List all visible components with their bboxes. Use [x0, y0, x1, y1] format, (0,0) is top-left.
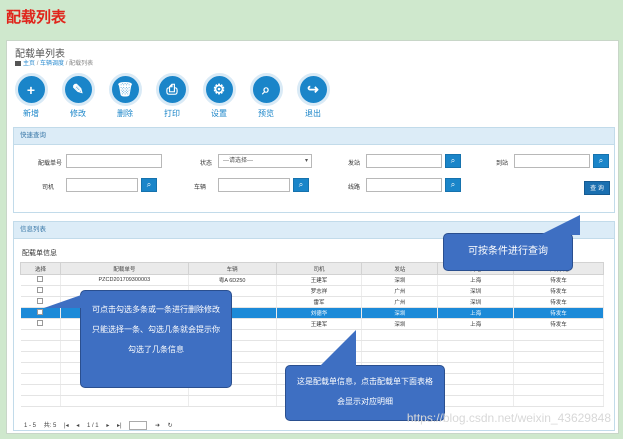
breadcrumb-dispatch[interactable]: 车辆调度	[40, 61, 64, 67]
route-label: 线路	[347, 185, 360, 191]
vehicle-input[interactable]	[218, 178, 290, 192]
exit-button[interactable]: ↪ 退出	[293, 73, 333, 119]
pager-total: 共: 5	[43, 423, 57, 429]
grid-title: 配载单信息	[22, 250, 57, 257]
quick-query-title: 快速查询	[14, 128, 614, 145]
query-button[interactable]: 查 询	[584, 181, 610, 195]
add-button[interactable]: + 新增	[11, 73, 51, 119]
breadcrumb: 主页 / 车辆调度 / 配载列表	[15, 58, 93, 67]
order-no-input[interactable]	[66, 154, 162, 168]
page-indicator: 1 / 1	[86, 423, 99, 429]
select-tip-pointer	[44, 294, 84, 308]
row-checkbox[interactable]	[37, 287, 44, 293]
refresh-icon[interactable]: ↻	[168, 423, 173, 429]
home-icon	[15, 60, 21, 66]
row-checkbox[interactable]	[37, 309, 44, 315]
breadcrumb-current: 配载列表	[69, 61, 94, 67]
edit-button[interactable]: ✎ 修改	[58, 73, 98, 119]
share-arrow-icon: ↪	[296, 73, 330, 106]
driver-label: 司机	[41, 185, 54, 191]
search-icon: ⌕	[598, 156, 604, 165]
vehicle-search-button[interactable]: ⌕	[293, 178, 309, 192]
destination-label: 到站	[495, 161, 508, 167]
origin-search-button[interactable]: ⌕	[445, 154, 461, 168]
table-row[interactable]: PZCD201709300003 粤A 6D250 王建军 深圳 上海 待发车	[20, 274, 604, 286]
pager-range: 1 - 5	[24, 423, 37, 429]
select-tip-callout: 可点击勾选多条或一条进行删除修改只能选择一条、勾选几条就会提示你勾选了几条信息	[80, 290, 232, 388]
pencil-icon: ✎	[61, 73, 95, 106]
preview-button[interactable]: ⌕ 预览	[246, 73, 286, 119]
search-icon: ⌕	[146, 180, 152, 189]
go-icon[interactable]: ➜	[155, 423, 160, 429]
row-checkbox[interactable]	[37, 276, 44, 282]
destination-input[interactable]	[514, 154, 590, 168]
last-page-icon[interactable]: ▸|	[117, 423, 122, 429]
next-page-icon[interactable]: ▸	[106, 423, 109, 429]
prev-page-icon[interactable]: ◂	[76, 423, 79, 429]
delete-button[interactable]: 🗑 删除	[105, 73, 145, 119]
plus-icon: +	[14, 73, 48, 106]
trash-icon: 🗑	[108, 73, 142, 106]
origin-label: 发站	[347, 161, 360, 167]
driver-input[interactable]	[66, 178, 138, 192]
search-icon: ⌕	[298, 180, 304, 189]
print-button[interactable]: ⎙ 打印	[152, 73, 192, 119]
vehicle-label: 车辆	[193, 185, 206, 191]
search-icon: ⌕	[450, 156, 456, 165]
pager: 1 - 5 共: 5 |◂ ◂ 1 / 1 ▸ ▸| ➜ ↻	[24, 420, 179, 430]
settings-button[interactable]: ⚙ 设置	[199, 73, 239, 119]
driver-search-button[interactable]: ⌕	[141, 178, 157, 192]
breadcrumb-sep: /	[65, 61, 68, 67]
column-header[interactable]: 司机	[275, 262, 363, 275]
watermark: https://blog.csdn.net/weixin_43629848	[406, 411, 611, 425]
query-tip-pointer	[540, 215, 580, 235]
row-checkbox[interactable]	[37, 320, 44, 326]
destination-search-button[interactable]: ⌕	[593, 154, 609, 168]
chevron-down-icon: ▾	[304, 158, 308, 164]
printer-icon: ⎙	[155, 73, 189, 106]
search-icon: ⌕	[249, 73, 283, 106]
column-header[interactable]: 发站	[361, 262, 439, 275]
quick-query-panel: 快速查询 配载单号 状态 ---请选择--- ▾ 发站 ⌕ 到站 ⌕ 司机 ⌕ 车…	[13, 127, 615, 213]
breadcrumb-sep: /	[36, 61, 39, 67]
detail-tip-pointer	[320, 330, 356, 366]
route-search-button[interactable]: ⌕	[445, 178, 461, 192]
query-tip-callout: 可按条件进行查询	[443, 233, 573, 271]
page-jump-input[interactable]	[129, 420, 148, 430]
row-checkbox[interactable]	[37, 298, 44, 304]
status-select[interactable]: ---请选择--- ▾	[218, 154, 312, 168]
breadcrumb-home[interactable]: 主页	[23, 61, 35, 67]
search-icon: ⌕	[450, 180, 456, 189]
first-page-icon[interactable]: |◂	[64, 423, 69, 429]
status-label: 状态	[199, 161, 212, 167]
column-header[interactable]: 配载单号	[59, 262, 189, 275]
page-heading: 配载列表	[6, 9, 67, 26]
column-header[interactable]: 车辆	[187, 262, 277, 275]
column-header: 选择	[20, 262, 61, 275]
gear-icon: ⚙	[202, 73, 236, 106]
route-input[interactable]	[366, 178, 442, 192]
origin-input[interactable]	[366, 154, 442, 168]
order-no-label: 配载单号	[37, 161, 62, 167]
